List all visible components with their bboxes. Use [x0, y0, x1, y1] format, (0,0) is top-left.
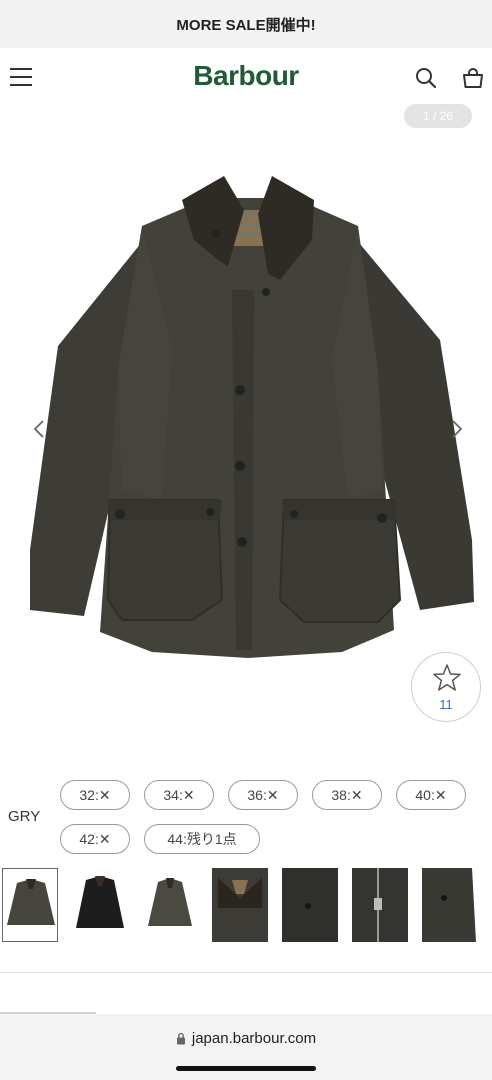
thumb-collar-detail[interactable] — [212, 868, 268, 942]
section-divider — [0, 972, 492, 973]
favorite-count: 11 — [439, 697, 453, 712]
product-image-gallery[interactable] — [0, 112, 492, 752]
size-option-38[interactable]: 38:✕ — [312, 780, 382, 810]
size-option-34[interactable]: 34:✕ — [144, 780, 214, 810]
site-header: Barbour — [0, 48, 492, 110]
browser-address-bar[interactable]: japan.barbour.com — [0, 1014, 492, 1080]
size-option-36[interactable]: 36:✕ — [228, 780, 298, 810]
thumbnail-strip — [0, 868, 492, 944]
lock-icon — [176, 1032, 185, 1045]
favorite-button[interactable]: 11 — [411, 652, 481, 722]
image-counter-badge: 1 / 26 — [404, 104, 472, 128]
thumb-pocket-detail[interactable] — [282, 868, 338, 942]
thumb-gray-front[interactable] — [2, 868, 58, 942]
size-option-40[interactable]: 40:✕ — [396, 780, 466, 810]
sale-banner-text: MORE SALE開催中! — [176, 16, 316, 34]
thumb-sleeve-detail[interactable] — [422, 868, 478, 942]
color-label: GRY — [8, 808, 41, 825]
home-indicator[interactable] — [176, 1066, 316, 1071]
chevron-left-icon[interactable] — [30, 417, 50, 441]
size-option-32[interactable]: 32:✕ — [60, 780, 130, 810]
thumb-gray-alt[interactable] — [142, 868, 198, 942]
shopping-bag-icon[interactable] — [461, 66, 485, 90]
thumb-zipper-detail[interactable] — [352, 868, 408, 942]
thumb-black-front[interactable] — [72, 868, 128, 942]
chevron-right-icon[interactable] — [446, 417, 466, 441]
star-icon — [433, 664, 461, 691]
size-option-42[interactable]: 42:✕ — [60, 824, 130, 854]
sale-banner[interactable]: MORE SALE開催中! — [0, 0, 492, 48]
search-icon[interactable] — [414, 66, 438, 90]
product-image-jacket — [30, 176, 474, 658]
url-text: japan.barbour.com — [191, 1030, 317, 1047]
size-option-44[interactable]: 44:残り1点 — [144, 824, 260, 854]
